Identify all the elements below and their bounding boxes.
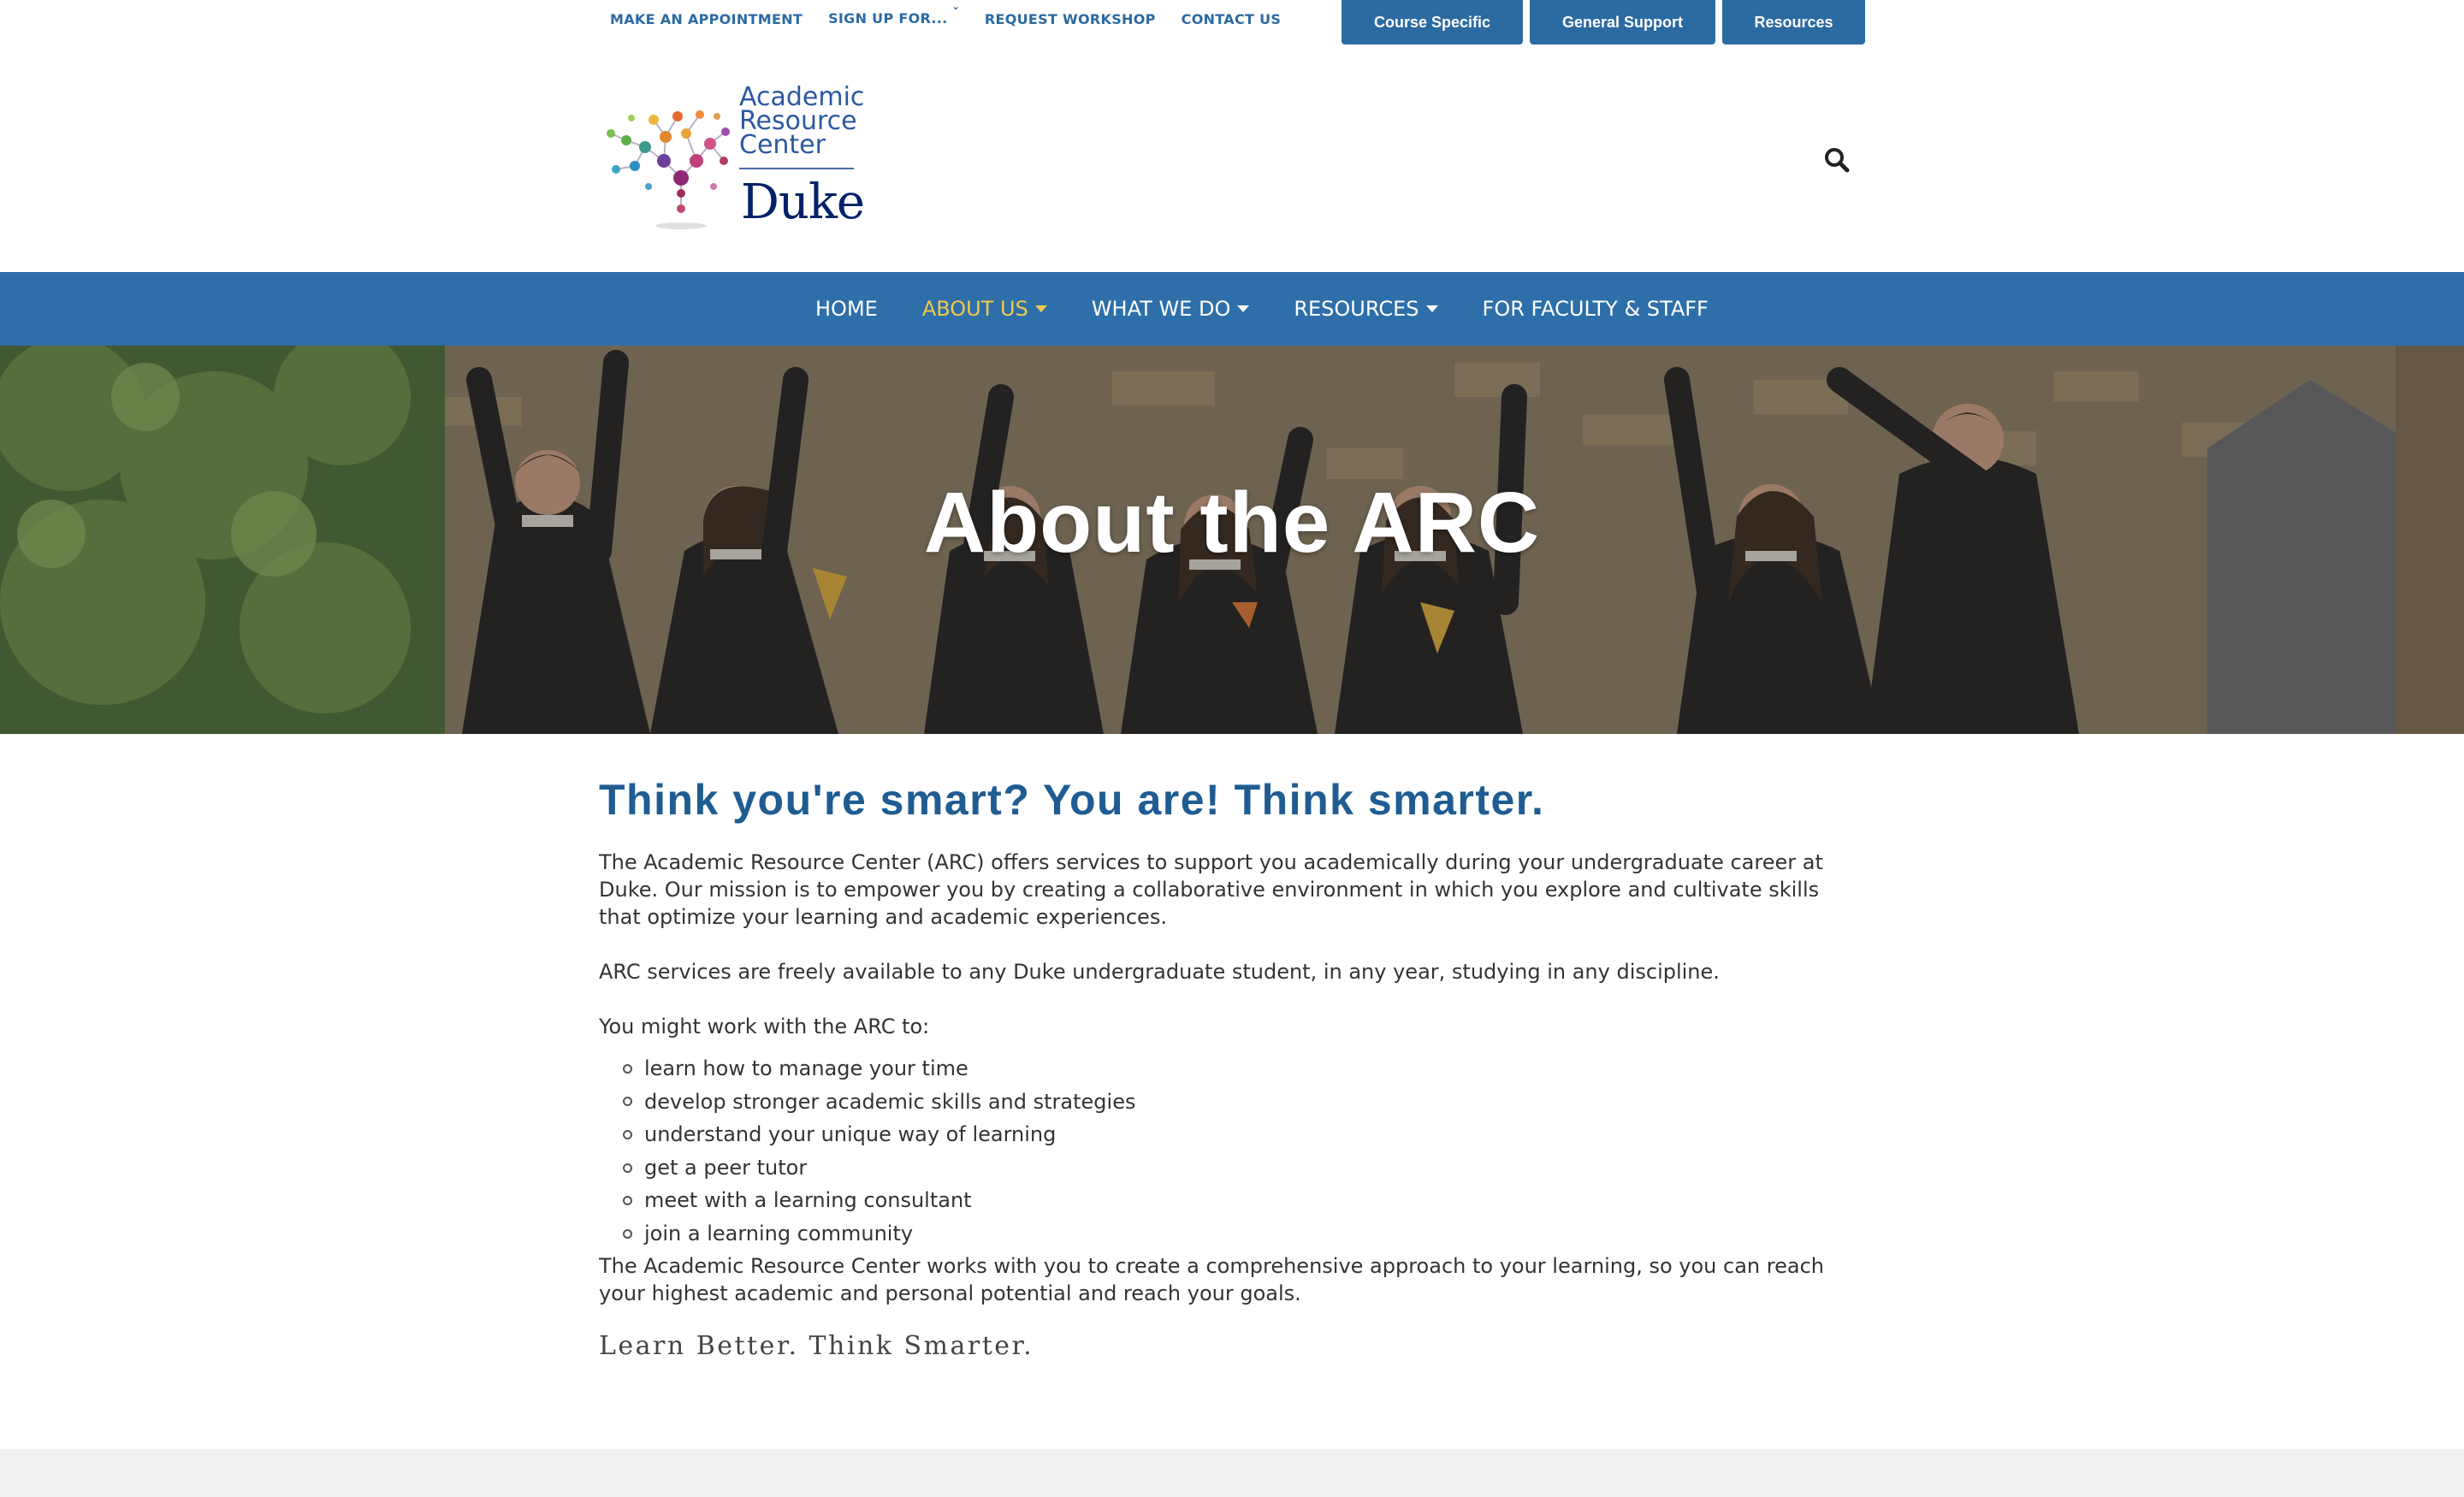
list-item-text: develop stronger academic skills and str… [644, 1089, 1136, 1114]
tagline: Learn Better. Think Smarter. [599, 1330, 1034, 1361]
hero-title: About the ARC [923, 475, 1541, 571]
availability-paragraph: ARC services are freely available to any… [599, 960, 1720, 984]
hero-banner: About the ARC [0, 346, 2464, 734]
logo-divider [739, 168, 854, 169]
list-item-text: get a peer tutor [644, 1155, 808, 1180]
sign-up-for-label: SIGN UP FOR... [828, 10, 948, 27]
list-item: join a learning community [623, 1217, 1865, 1251]
main-navigation: HOME ABOUT US WHAT WE DO RESOURCES FOR F… [0, 272, 2464, 346]
nav-about-us[interactable]: ABOUT US [922, 297, 1047, 321]
main-content: Think you're smart? You are! Think smart… [599, 770, 1865, 1361]
bullet-icon [623, 1097, 632, 1107]
list-item-text: meet with a learning consultant [644, 1188, 972, 1213]
nav-home[interactable]: HOME [815, 297, 878, 321]
list-item-text: learn how to manage your time [644, 1056, 968, 1080]
course-specific-button[interactable]: Course Specific [1342, 0, 1523, 44]
bullet-icon [623, 1163, 632, 1173]
nav-faculty-staff-label: FOR FACULTY & STAFF [1482, 297, 1709, 321]
page: MAKE AN APPOINTMENT SIGN UP FOR... ˇ REQU… [0, 0, 2464, 1497]
work-with-arc-intro: You might work with the ARC to: [599, 1015, 930, 1038]
nav-resources[interactable]: RESOURCES [1294, 297, 1438, 321]
search-icon[interactable] [1823, 146, 1851, 174]
list-item-text: understand your unique way of learning [644, 1122, 1057, 1147]
main-nav-items: HOME ABOUT US WHAT WE DO RESOURCES FOR F… [815, 272, 1753, 346]
closing-paragraph: The Academic Resource Center works with … [599, 1253, 1824, 1305]
nav-faculty-staff[interactable]: FOR FACULTY & STAFF [1483, 297, 1709, 321]
list-item: learn how to manage your time [623, 1052, 1865, 1086]
chevron-down-icon: ˇ [952, 7, 959, 21]
bullet-icon [623, 1228, 632, 1239]
resources-button[interactable]: Resources [1722, 0, 1865, 44]
bullet-icon [623, 1129, 632, 1139]
caret-down-icon [1034, 305, 1047, 312]
services-list: learn how to manage your time develop st… [623, 1052, 1865, 1251]
arc-duke-logo[interactable]: Academic Resource Center Duke [597, 84, 865, 238]
nav-resources-label: RESOURCES [1294, 297, 1419, 321]
contact-us-link[interactable]: CONTACT US [1182, 11, 1282, 28]
nav-what-we-do-label: WHAT WE DO [1091, 297, 1231, 321]
list-item: get a peer tutor [623, 1151, 1865, 1185]
nav-about-us-label: ABOUT US [921, 297, 1028, 321]
caret-down-icon [1237, 305, 1250, 312]
list-item: develop stronger academic skills and str… [623, 1086, 1865, 1119]
nav-home-label: HOME [815, 297, 878, 321]
nav-what-we-do[interactable]: WHAT WE DO [1092, 297, 1250, 321]
make-appointment-link[interactable]: MAKE AN APPOINTMENT [610, 11, 803, 28]
page-headline: Think you're smart? You are! Think smart… [599, 776, 1545, 824]
quick-access-buttons: Course Specific General Support Resource… [1342, 0, 1872, 44]
sign-up-for-dropdown[interactable]: SIGN UP FOR... ˇ [828, 7, 959, 28]
list-item: meet with a learning consultant [623, 1184, 1865, 1217]
logo-text: Academic Resource Center [739, 85, 864, 160]
intro-paragraph: The Academic Resource Center (ARC) offer… [599, 850, 1823, 929]
duke-wordmark: Duke [741, 175, 865, 230]
list-item-text: join a learning community [644, 1221, 914, 1246]
logo-line-center: Center [739, 130, 826, 160]
caret-down-icon [1425, 305, 1438, 312]
bullet-icon [623, 1063, 632, 1074]
utility-links: MAKE AN APPOINTMENT SIGN UP FOR... ˇ REQU… [610, 7, 1306, 28]
footer-band [0, 1449, 2464, 1497]
request-workshop-link[interactable]: REQUEST WORKSHOP [985, 11, 1156, 28]
utility-bar: MAKE AN APPOINTMENT SIGN UP FOR... ˇ REQU… [0, 0, 2464, 48]
bullet-icon [623, 1196, 632, 1206]
list-item: understand your unique way of learning [623, 1118, 1865, 1151]
network-tree-icon [607, 110, 730, 229]
general-support-button[interactable]: General Support [1530, 0, 1715, 44]
